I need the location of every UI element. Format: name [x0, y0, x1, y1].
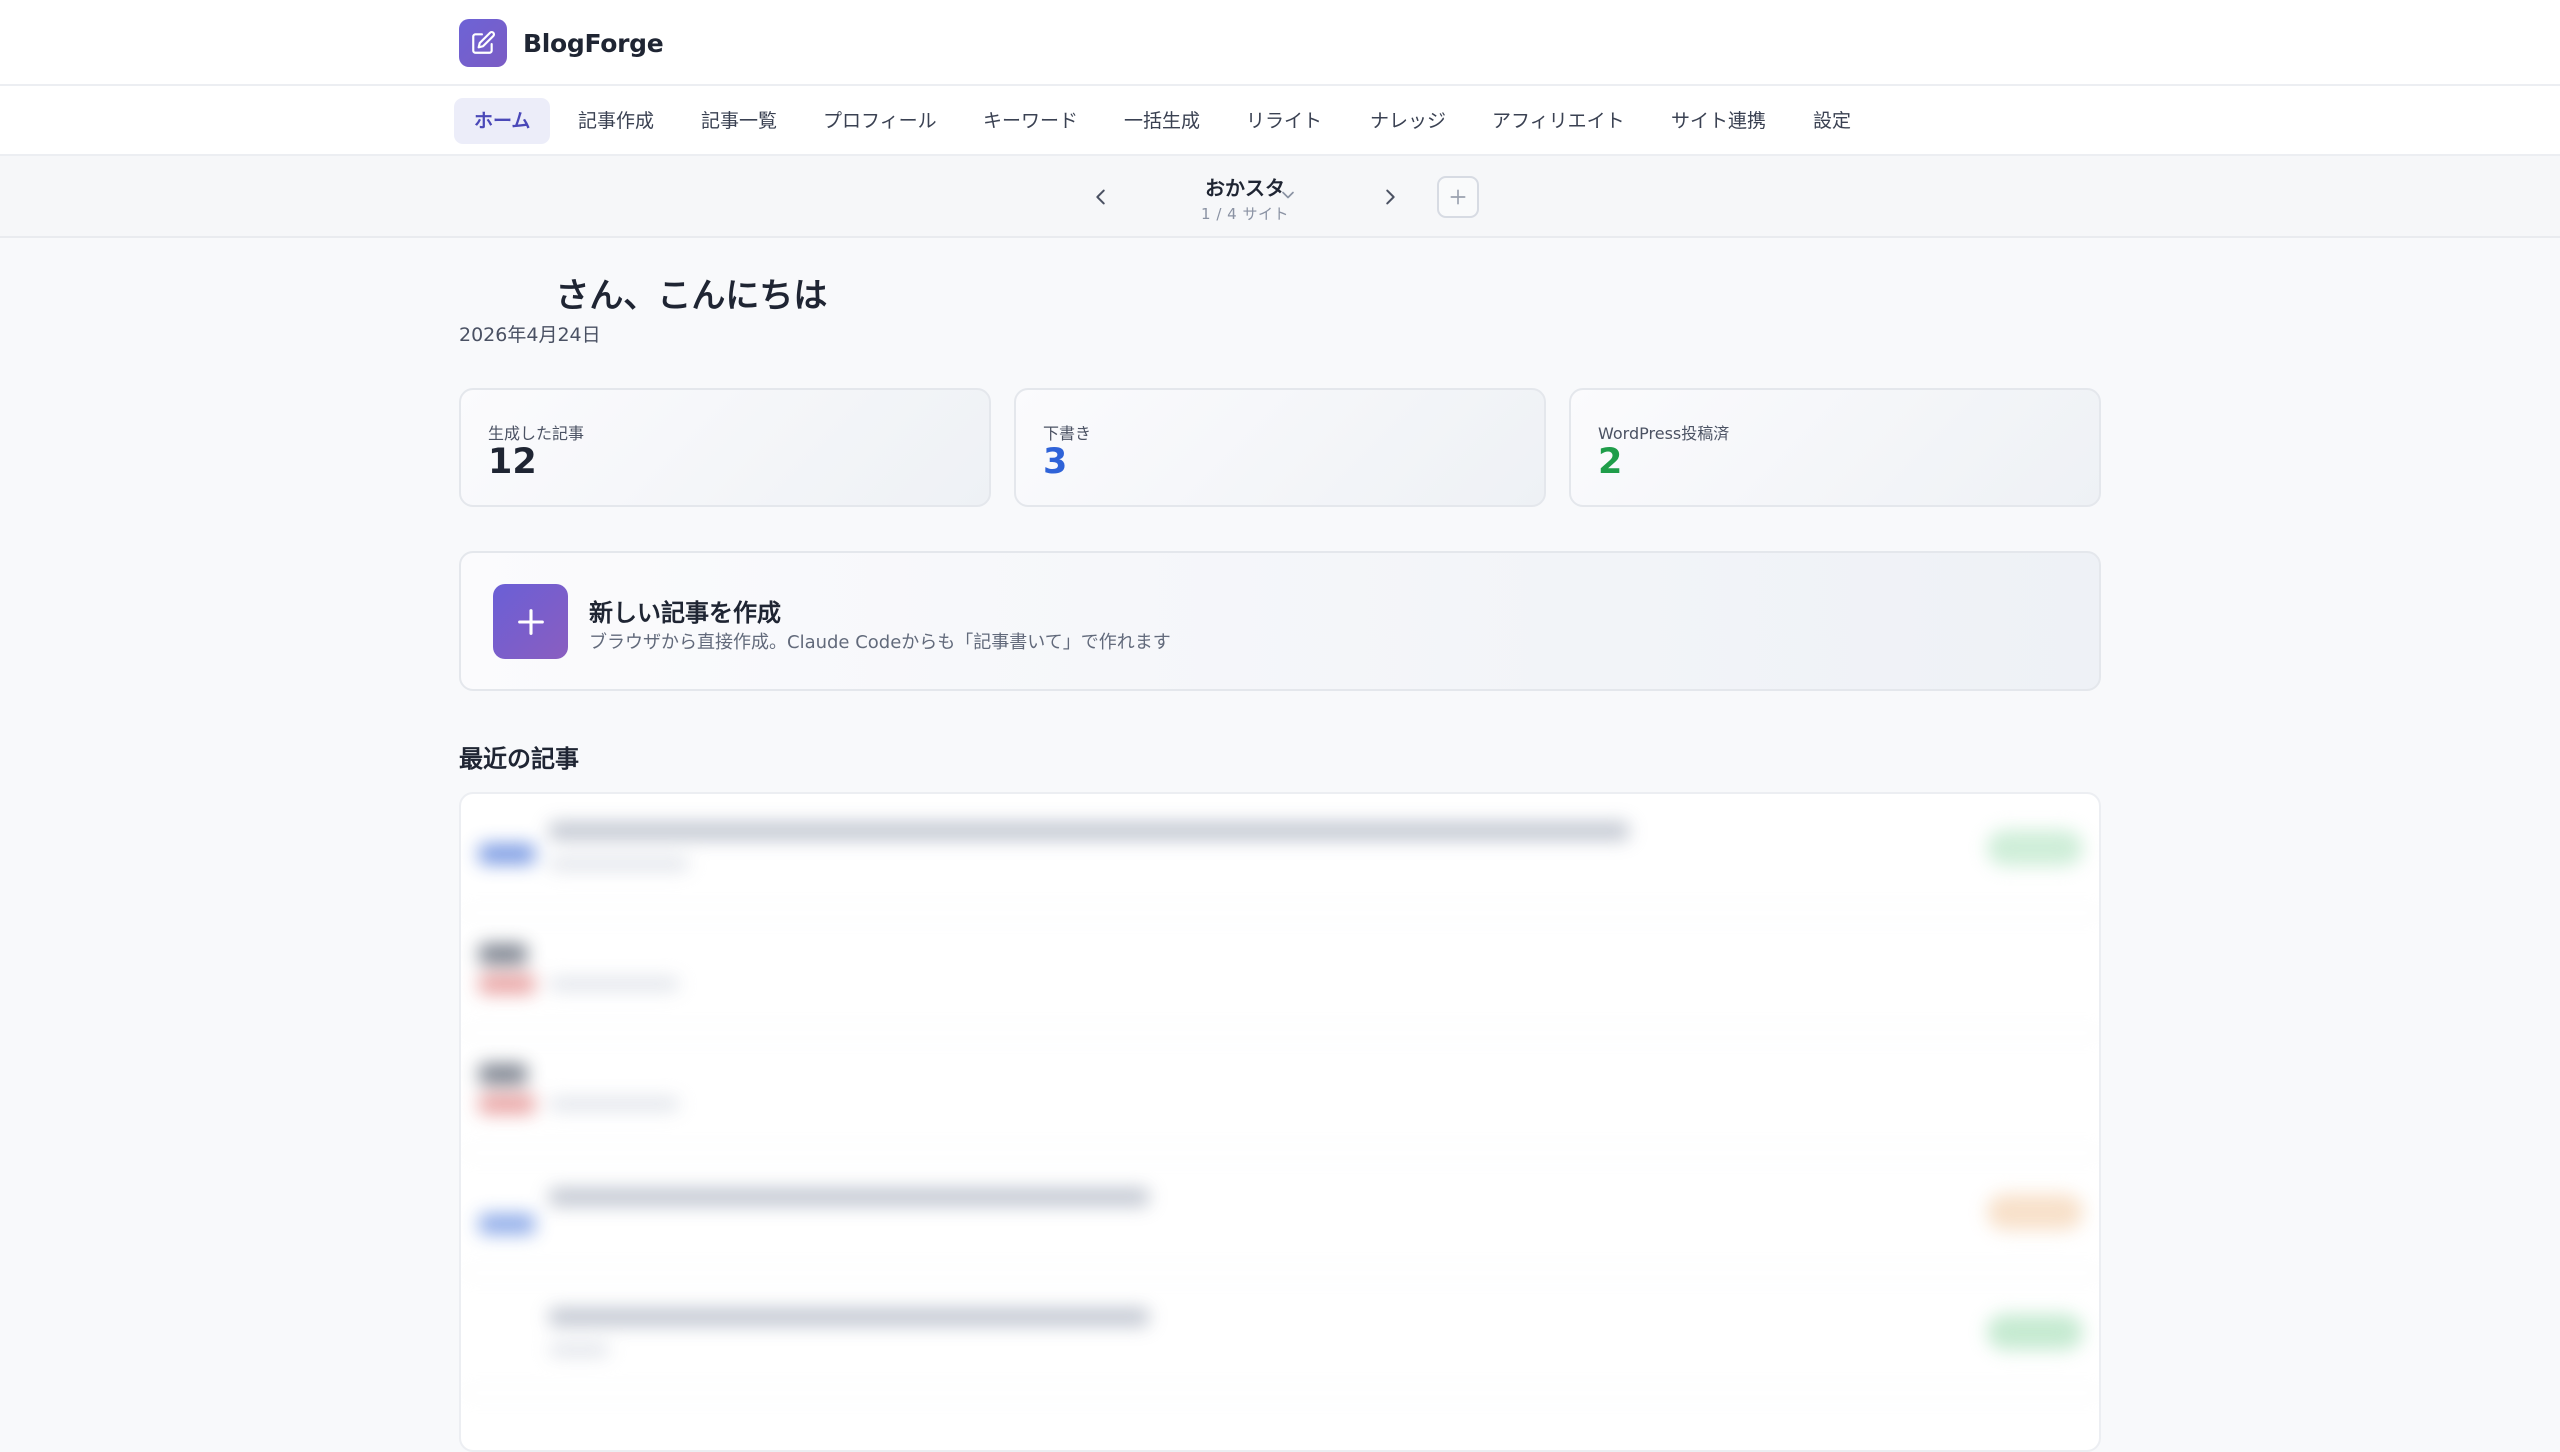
- create-article-card[interactable]: 新しい記事を作成 ブラウザから直接作成。Claude Codeからも「記事書いて…: [459, 551, 2101, 691]
- main-nav: ホーム 記事作成 記事一覧 プロフィール キーワード 一括生成 リライト ナレッ…: [0, 86, 2560, 156]
- status-pill: [1987, 1194, 2083, 1230]
- list-item[interactable]: [461, 1034, 2099, 1154]
- app-name: BlogForge: [523, 28, 664, 58]
- stat-card-wordpress-posted: WordPress投稿済 2: [1569, 388, 2101, 507]
- list-item[interactable]: [461, 1154, 2099, 1274]
- redaction-mask: [330, 262, 550, 324]
- stat-value: 2: [1598, 442, 1623, 482]
- stat-value: 12: [488, 442, 537, 482]
- stat-card-generated: 生成した記事 12: [459, 388, 991, 507]
- status-pill: [1987, 1314, 2083, 1350]
- edit-icon: [459, 19, 507, 67]
- stat-label: WordPress投稿済: [1598, 424, 1730, 443]
- nav-item-settings[interactable]: 設定: [1793, 98, 1871, 144]
- nav-item-rewrite[interactable]: リライト: [1226, 98, 1342, 144]
- nav-item-profile[interactable]: プロフィール: [803, 98, 957, 144]
- nav-item-site-integration[interactable]: サイト連携: [1651, 98, 1786, 144]
- status-badge: [479, 1214, 535, 1234]
- list-item[interactable]: [461, 1274, 2099, 1394]
- article-title-blurred: [549, 1308, 1149, 1326]
- stat-label: 生成した記事: [488, 424, 585, 443]
- status-badge: [479, 974, 535, 994]
- chevron-right-icon[interactable]: [1370, 177, 1410, 217]
- status-badge: [479, 1094, 535, 1114]
- list-item[interactable]: [461, 914, 2099, 1034]
- stat-card-drafts: 下書き 3: [1014, 388, 1546, 507]
- article-meta-blurred: [549, 1098, 679, 1110]
- stat-label: 下書き: [1043, 424, 1092, 443]
- chevron-down-icon[interactable]: [1278, 185, 1298, 209]
- nav-item-home[interactable]: ホーム: [454, 98, 551, 144]
- stat-value: 3: [1043, 442, 1068, 482]
- chevron-left-icon[interactable]: [1081, 177, 1121, 217]
- nav-item-bulk-generate[interactable]: 一括生成: [1104, 98, 1220, 144]
- app-header: BlogForge: [0, 0, 2560, 86]
- nav-item-knowledge[interactable]: ナレッジ: [1350, 98, 1466, 144]
- nav-item-keywords[interactable]: キーワード: [963, 98, 1098, 144]
- recent-articles-list: [459, 792, 2101, 1452]
- plus-icon: [493, 584, 568, 659]
- status-badge: [479, 944, 527, 964]
- status-badge: [479, 1064, 527, 1084]
- recent-articles-heading: 最近の記事: [459, 745, 579, 773]
- greeting-text: さん、こんにちは: [555, 276, 828, 316]
- status-pill: [1987, 830, 2083, 866]
- today-date: 2026年4月24日: [459, 324, 601, 346]
- brand[interactable]: BlogForge: [459, 19, 664, 67]
- article-title-blurred: [549, 1188, 1149, 1206]
- status-badge: [479, 844, 535, 864]
- article-title-blurred: [549, 822, 1629, 840]
- article-meta-blurred: [549, 978, 679, 990]
- add-site-button[interactable]: [1437, 176, 1479, 218]
- create-article-title: 新しい記事を作成: [589, 599, 781, 627]
- nav-item-affiliate[interactable]: アフィリエイト: [1472, 98, 1645, 144]
- article-meta-blurred: [549, 858, 689, 870]
- create-article-description: ブラウザから直接作成。Claude Codeからも「記事書いて」で作れます: [589, 632, 1171, 653]
- nav-item-article-list[interactable]: 記事一覧: [681, 98, 797, 144]
- nav-item-create-article[interactable]: 記事作成: [558, 98, 674, 144]
- list-item[interactable]: [461, 794, 2099, 914]
- article-meta-blurred: [549, 1344, 609, 1356]
